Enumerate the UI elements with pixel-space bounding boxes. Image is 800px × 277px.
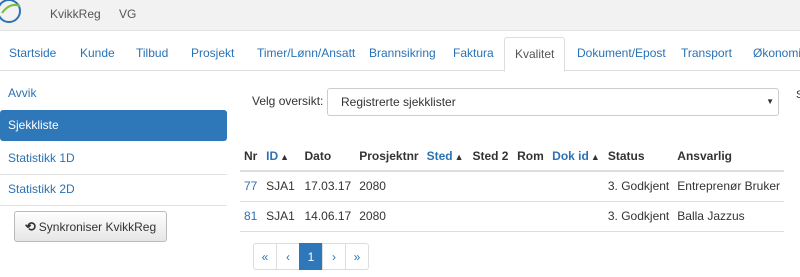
pagination: « ‹ 1 › » xyxy=(253,243,369,270)
tab-faktura[interactable]: Faktura xyxy=(453,37,494,71)
row-sted2 xyxy=(468,201,514,232)
tab-brannsikring[interactable]: Brannsikring xyxy=(369,37,436,71)
page-last-button[interactable]: » xyxy=(345,243,369,270)
sidebar-item-statistikk-1d[interactable]: Statistikk 1D xyxy=(0,143,227,174)
row-ansvarlig: Entreprenør Bruker xyxy=(673,171,784,202)
row-nr-link[interactable]: 81 xyxy=(240,201,263,232)
row-dok-id xyxy=(548,171,604,202)
row-dato: 14.06.17 xyxy=(300,201,356,232)
brand-name[interactable]: KvikkReg xyxy=(50,7,101,21)
row-rom xyxy=(513,171,549,202)
tab-kvalitet[interactable]: Kvalitet xyxy=(504,37,566,72)
page-next-button[interactable]: › xyxy=(322,243,346,270)
tab-startside[interactable]: Startside xyxy=(9,37,56,71)
page-first-button[interactable]: « xyxy=(253,243,277,270)
sidebar-item-avvik[interactable]: Avvik xyxy=(0,78,227,109)
column-header-status: Status xyxy=(603,142,674,172)
column-header-id-label: ID xyxy=(266,149,279,163)
table-row[interactable]: 81 SJA1 14.06.17 2080 3. Godkjent Balla … xyxy=(240,201,784,232)
page-prev-button[interactable]: ‹ xyxy=(276,243,300,270)
tab-timer-lonn-ansatt[interactable]: Timer/Lønn/Ansatt xyxy=(257,37,355,71)
sync-kvikkreg-button[interactable]: ⟲ Synkroniser KvikkReg xyxy=(14,211,167,242)
column-header-id[interactable]: ID ▲ xyxy=(262,142,301,172)
row-sted2 xyxy=(468,171,514,202)
tab-dokument-epost[interactable]: Dokument/Epost xyxy=(577,37,666,71)
row-rom xyxy=(513,201,549,232)
sync-icon: ⟲ xyxy=(24,218,36,234)
row-ansvarlig: Balla Jazzus xyxy=(673,201,784,232)
overview-select[interactable]: Registrerte sjekklister ▼ xyxy=(327,88,779,116)
row-status: 3. Godkjent xyxy=(603,171,674,202)
sync-button-label: Synkroniser KvikkReg xyxy=(38,219,157,234)
sidebar-divider xyxy=(0,205,227,206)
user-initials[interactable]: VG xyxy=(119,7,136,21)
row-nr-link[interactable]: 77 xyxy=(240,171,263,202)
tab-okonomi[interactable]: Økonomi xyxy=(753,37,800,71)
main-nav-tabs: Startside Kunde Tilbud Prosjekt Timer/Lø… xyxy=(0,37,800,72)
row-status: 3. Godkjent xyxy=(603,201,674,232)
column-header-dok-id[interactable]: Dok id ▲ xyxy=(548,142,604,172)
row-sted xyxy=(422,201,469,232)
sidebar-item-sjekkliste[interactable]: Sjekkliste xyxy=(0,110,227,141)
column-header-prosjektnr: Prosjektnr xyxy=(355,142,423,172)
tab-transport[interactable]: Transport xyxy=(681,37,732,71)
sidebar-item-statistikk-2d[interactable]: Statistikk 2D xyxy=(0,174,227,205)
column-header-ansvarlig: Ansvarlig xyxy=(673,142,784,172)
chevron-down-icon: ▼ xyxy=(766,97,774,106)
column-header-dok-id-label: Dok id xyxy=(552,149,589,163)
kvikkreg-logo[interactable] xyxy=(0,0,24,24)
page-current-button[interactable]: 1 xyxy=(299,243,323,270)
overview-selected-value: Registrerte sjekklister xyxy=(341,95,456,109)
tab-kunde[interactable]: Kunde xyxy=(80,37,115,71)
overview-label: Velg oversikt: xyxy=(252,94,324,108)
tab-prosjekt[interactable]: Prosjekt xyxy=(191,37,234,71)
row-sted xyxy=(422,171,469,202)
column-header-sted[interactable]: Sted ▲ xyxy=(422,142,469,172)
tab-tilbud[interactable]: Tilbud xyxy=(136,37,168,71)
row-prosjektnr: 2080 xyxy=(355,201,423,232)
row-id: SJA1 xyxy=(262,171,301,202)
column-header-dato: Dato xyxy=(300,142,356,172)
top-bar: KvikkReg VG xyxy=(0,0,800,31)
column-header-sted-label: Sted xyxy=(426,149,453,163)
row-dato: 17.03.17 xyxy=(300,171,356,202)
sort-asc-icon: ▲ xyxy=(590,152,600,162)
table-row[interactable]: 77 SJA1 17.03.17 2080 3. Godkjent Entrep… xyxy=(240,171,784,202)
row-id: SJA1 xyxy=(262,201,301,232)
column-header-sted2: Sted 2 xyxy=(468,142,514,172)
clipped-edge-text: S xyxy=(796,89,800,101)
sort-asc-icon: ▲ xyxy=(280,152,290,162)
row-dok-id xyxy=(548,201,604,232)
sort-asc-icon: ▲ xyxy=(454,152,464,162)
row-prosjektnr: 2080 xyxy=(355,171,423,202)
column-header-rom: Rom xyxy=(513,142,549,172)
table-header-row: Nr ID ▲ Dato Prosjektnr Sted ▲ Sted 2 Rom … xyxy=(240,142,784,172)
checklist-table: Nr ID ▲ Dato Prosjektnr Sted ▲ Sted 2 Rom … xyxy=(240,142,784,232)
column-header-nr: Nr xyxy=(240,142,263,172)
